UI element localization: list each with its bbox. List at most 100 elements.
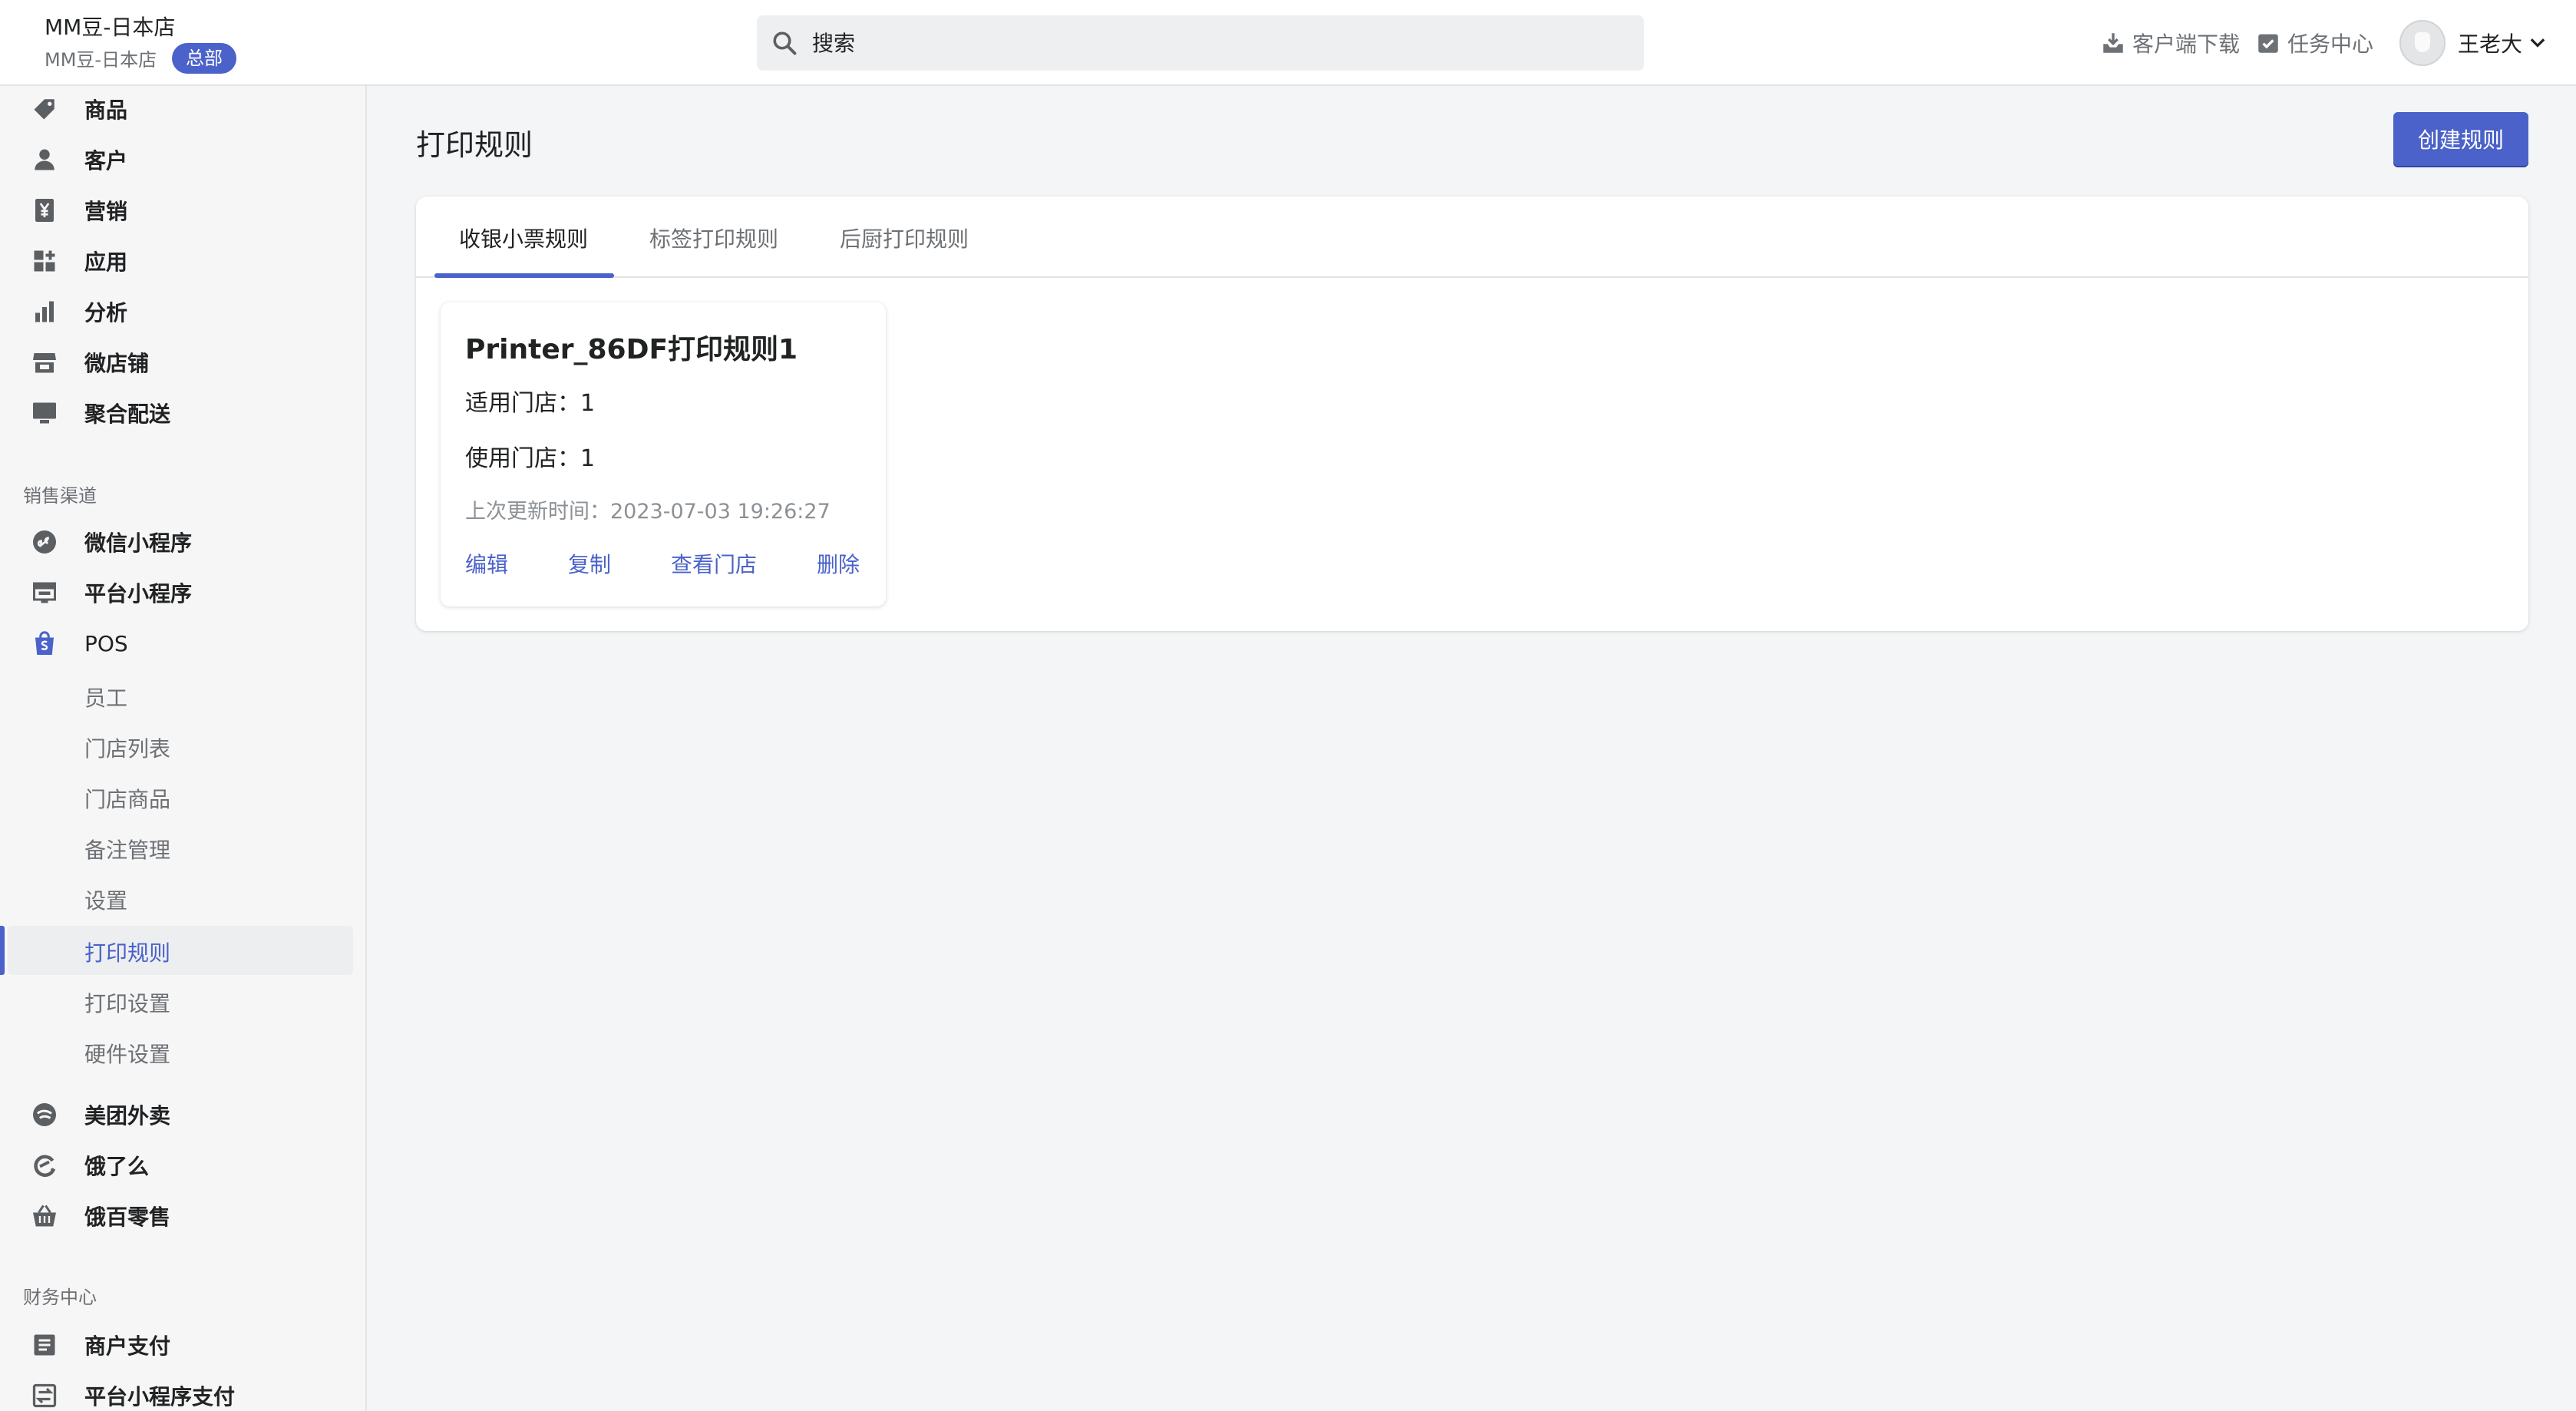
sidebar-item-label: 微店铺: [84, 351, 150, 376]
sidebar-item-products[interactable]: 商品: [0, 86, 365, 134]
shopping-bag-icon: [35, 631, 54, 655]
last-updated: 上次更新时间：2023-07-03 19:26:27: [465, 500, 831, 524]
document-icon: [34, 1334, 55, 1356]
sidebar-item-meituan[interactable]: 美团外卖: [0, 1090, 365, 1139]
sidebar-subitem-label: 备注管理: [84, 838, 171, 863]
sidebar-item-label: 美团外卖: [84, 1103, 171, 1128]
sidebar-item-eleme[interactable]: 饿了么: [0, 1141, 365, 1190]
active-indicator: [0, 926, 5, 975]
sidebar-item-label: 客户: [84, 148, 128, 173]
tab-label-print-rules[interactable]: 标签打印规则: [649, 223, 778, 253]
sidebar-item-label: 饿了么: [84, 1154, 150, 1179]
sidebar-subitem-label: 门店列表: [84, 736, 171, 762]
task-center-label: 任务中心: [2287, 31, 2374, 57]
sidebar-item-label: 平台小程序支付: [84, 1384, 236, 1409]
sidebar-item-customers[interactable]: 客户: [0, 135, 365, 184]
sidebar-subitem-notes[interactable]: 备注管理: [0, 823, 365, 872]
avatar[interactable]: [2399, 20, 2446, 66]
search-icon: [773, 31, 797, 55]
edit-link[interactable]: 编辑: [465, 548, 508, 579]
page-title: 打印规则: [416, 128, 533, 162]
sidebar-subitem-hardware-settings[interactable]: 硬件设置: [0, 1027, 365, 1076]
tag-icon: [34, 99, 54, 120]
yen-icon: [35, 199, 54, 222]
sidebar-item-label: POS: [84, 630, 128, 656]
applicable-stores: 适用门店：1: [465, 390, 596, 417]
sidebar-item-delivery[interactable]: 聚合配送: [0, 388, 365, 438]
transfer-icon: [32, 1383, 57, 1408]
search-bar[interactable]: [757, 15, 1644, 71]
sidebar-subitem-print-settings[interactable]: 打印设置: [0, 976, 365, 1026]
sidebar-item-marketing[interactable]: 营销: [0, 186, 365, 235]
sidebar-subitem-label: 门店商品: [84, 787, 171, 812]
sidebar-item-analytics[interactable]: 分析: [0, 287, 365, 336]
create-rule-button[interactable]: 创建规则: [2393, 112, 2528, 166]
sidebar-subitem-label: 打印设置: [84, 991, 171, 1016]
sidebar-item-platform-payment[interactable]: 平台小程序支付: [0, 1371, 365, 1411]
rules-panel: 收银小票规则 标签打印规则 后厨打印规则 Printer_86DF打印规则1 适…: [416, 197, 2528, 631]
mini-program-icon: [33, 530, 56, 553]
meituan-icon: [33, 1103, 56, 1126]
used-stores: 使用门店：1: [465, 445, 596, 472]
sidebar-item-label: 商户支付: [84, 1333, 171, 1359]
store-icon: [33, 353, 56, 373]
sidebar-subitem-label: 打印规则: [84, 940, 171, 966]
sidebar-subitem-label: 员工: [84, 686, 128, 711]
sidebar-subitem-settings[interactable]: 设置: [0, 874, 365, 923]
rule-card: Printer_86DF打印规则1 适用门店：1 使用门店：1 上次更新时间：2…: [441, 302, 886, 606]
sidebar-item-wechat-mini-program[interactable]: 微信小程序: [0, 517, 365, 567]
rule-name: Printer_86DF打印规则1: [465, 334, 798, 365]
monitor-icon: [33, 402, 56, 424]
delete-link[interactable]: 删除: [817, 548, 860, 579]
sidebar-subitem-store-products[interactable]: 门店商品: [0, 772, 365, 821]
chevron-down-icon: [2530, 38, 2545, 48]
download-icon: [2103, 33, 2123, 53]
sidebar-item-label: 分析: [84, 300, 128, 325]
sidebar-subitem-print-rules[interactable]: 打印规则: [0, 926, 365, 975]
basket-icon: [33, 1204, 56, 1227]
task-center-button[interactable]: 任务中心: [2255, 23, 2373, 63]
active-tab-indicator: [434, 273, 614, 278]
view-stores-link[interactable]: 查看门店: [671, 548, 757, 579]
sidebar-item-label: 应用: [84, 249, 128, 275]
sidebar-item-apps[interactable]: 应用: [0, 236, 365, 286]
sidebar-item-label: 微信小程序: [84, 530, 193, 556]
bar-chart-icon: [35, 301, 54, 322]
sidebar-item-pos[interactable]: POS: [0, 619, 365, 668]
eleme-icon: [34, 1155, 56, 1177]
user-menu[interactable]: 王老大: [2458, 28, 2548, 58]
sidebar-item-label: 营销: [84, 199, 128, 224]
sidebar-item-label: 聚合配送: [84, 401, 171, 427]
sidebar-subitem-label: 设置: [84, 888, 128, 914]
person-icon: [35, 149, 54, 170]
platform-icon: [33, 582, 56, 603]
sidebar-item-label: 平台小程序: [84, 581, 193, 606]
hq-badge: 总部: [172, 43, 236, 74]
top-bar: MM豆-日本店 MM豆-日本店 总部 客户端下载 任务中心 王老大: [0, 0, 2576, 86]
section-label-sales-channels: 销售渠道: [23, 485, 97, 507]
client-download-label: 客户端下载: [2132, 31, 2241, 57]
copy-link[interactable]: 复制: [568, 548, 611, 579]
store-subtitle: MM豆-日本店: [45, 49, 157, 71]
client-download-button[interactable]: 客户端下载: [2100, 23, 2240, 63]
sidebar-subitem-staff[interactable]: 员工: [0, 671, 365, 720]
sidebar-item-label: 商品: [84, 97, 128, 123]
apps-icon: [34, 250, 55, 272]
search-input[interactable]: [812, 15, 1626, 71]
sidebar: 商品 客户 营销 应用 分析 微店铺 聚合配送 销售渠道 微信小程序 平台小程序…: [0, 86, 367, 1411]
active-item-background: [8, 926, 353, 975]
sidebar-item-merchant-payment[interactable]: 商户支付: [0, 1320, 365, 1370]
rule-tabs: 收银小票规则 标签打印规则 后厨打印规则: [416, 197, 2528, 278]
sidebar-item-micro-store[interactable]: 微店铺: [0, 338, 365, 387]
sidebar-item-label: 饿百零售: [84, 1204, 171, 1230]
tab-kitchen-print-rules[interactable]: 后厨打印规则: [840, 223, 969, 253]
store-name[interactable]: MM豆-日本店: [45, 11, 175, 41]
sidebar-subitem-label: 硬件设置: [84, 1042, 171, 1067]
tab-receipt-rules[interactable]: 收银小票规则: [459, 223, 588, 253]
sidebar-subitem-store-list[interactable]: 门店列表: [0, 722, 365, 771]
sidebar-item-platform-mini-program[interactable]: 平台小程序: [0, 568, 365, 617]
user-name: 王老大: [2458, 31, 2523, 57]
task-check-icon: [2258, 34, 2278, 53]
section-label-finance: 财务中心: [23, 1287, 97, 1308]
sidebar-item-ebai-retail[interactable]: 饿百零售: [0, 1191, 365, 1241]
